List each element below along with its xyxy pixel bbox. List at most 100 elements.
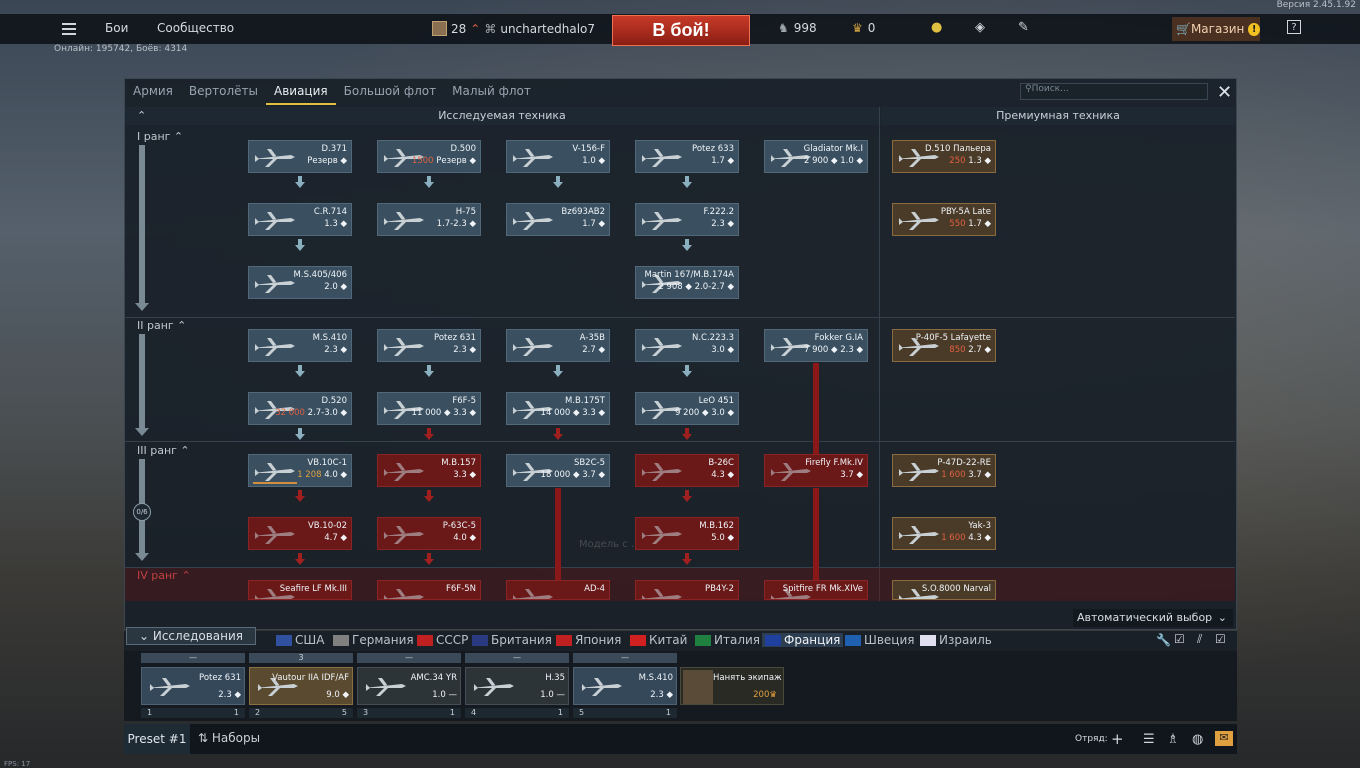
vehicle-card[interactable]: M.S.405/406 2.0 ◆ (248, 266, 352, 299)
crew-slot[interactable]: — Potez 631 2.3 ◆ 1 1 (141, 653, 245, 719)
research-tab[interactable]: ⌄ Исследования (126, 627, 256, 645)
silver-lions[interactable]: ♞ 998 (778, 21, 817, 35)
vehicle-card[interactable]: M.B.162 5.0 ◆ (635, 517, 739, 550)
nation-tab[interactable]: Италия (695, 633, 760, 647)
tab-helicopters[interactable]: Вертолёты (181, 79, 266, 105)
vehicle-card[interactable]: PB4Y-2 (635, 580, 739, 600)
vehicle-card[interactable]: AD-4 (506, 580, 610, 600)
community-menu[interactable]: Сообщество (157, 21, 234, 35)
shop-button[interactable]: 🛒 Магазин ! (1172, 17, 1260, 41)
rank-3-label[interactable]: III ранг ⌃ (137, 444, 190, 457)
nation-tab[interactable]: Япония (556, 633, 621, 647)
rank-1-label[interactable]: I ранг ⌃ (137, 130, 183, 143)
check-icon[interactable]: ☑ (1174, 632, 1185, 646)
vehicle-card[interactable]: Gladiator Mk.I 2 900 ◆ 1.0 ◆ (764, 140, 868, 173)
vehicle-card[interactable]: Spitfire FR Mk.XIVe (764, 580, 868, 600)
vehicle-card[interactable]: B-26C 4.3 ◆ (635, 454, 739, 487)
crew-slot[interactable]: 3 Vautour IIA IDF/AF 9.0 ◆ 2 5 (249, 653, 353, 719)
vehicle-card[interactable]: P-63C-5 4.0 ◆ (377, 517, 481, 550)
help-icon[interactable]: ? (1287, 20, 1301, 34)
vehicle-card[interactable]: D.500 1500 Резерв ◆ (377, 140, 481, 173)
vehicle-meta: 32 000 2.7-3.0 ◆ (275, 408, 347, 418)
plus-icon[interactable]: + (1111, 730, 1124, 748)
tab-coastal-fleet[interactable]: Малый флот (444, 79, 539, 105)
profile[interactable]: 28 ⌃ ⌘ unchartedhalo7 (432, 21, 595, 36)
tab-aviation[interactable]: Авиация (266, 79, 336, 105)
vehicle-card[interactable]: V-156-F 1.0 ◆ (506, 140, 610, 173)
slot-vehicle[interactable]: AMC.34 YR 1.0 — (357, 667, 461, 705)
vehicle-card[interactable]: N.C.223.3 3.0 ◆ (635, 329, 739, 362)
vehicle-card[interactable]: SB2C-5 18 000 ◆ 3.7 ◆ (506, 454, 610, 487)
to-battle-button[interactable]: В бой! (612, 15, 750, 46)
preset-button[interactable]: Preset #1 (124, 724, 190, 754)
rank-2-label[interactable]: II ранг ⌃ (137, 319, 186, 332)
battles-menu[interactable]: Бои (105, 21, 128, 35)
coupon-icon[interactable]: ✎ (1018, 20, 1029, 35)
slot-vehicle[interactable]: H.35 1.0 — (465, 667, 569, 705)
vehicle-card[interactable]: H-75 1.7-2.3 ◆ (377, 203, 481, 236)
vehicle-card[interactable]: D.520 32 000 2.7-3.0 ◆ (248, 392, 352, 425)
vehicle-card[interactable]: Yak-3 1 600 4.3 ◆ (892, 517, 996, 550)
mail-icon[interactable]: ✉ (1215, 731, 1233, 746)
crew-skill: 1 (665, 708, 671, 717)
list-icon[interactable]: ☰ (1143, 732, 1155, 747)
search-input[interactable]: ⚲Поиск... (1020, 83, 1208, 100)
vehicle-card[interactable]: Potez 631 2.3 ◆ (377, 329, 481, 362)
slot-vehicle[interactable]: Vautour IIA IDF/AF 9.0 ◆ (249, 667, 353, 705)
nation-tab[interactable]: Германия (333, 633, 414, 647)
nation-tab[interactable]: Китай (630, 633, 687, 647)
nation-tab[interactable]: Швеция (845, 633, 914, 647)
nation-tab[interactable]: СССР (417, 633, 468, 647)
wrench-icon[interactable]: 🔧 (1156, 633, 1171, 647)
vehicle-card[interactable]: P-40F-5 Lafayette 850 2.7 ◆ (892, 329, 996, 362)
vehicle-card[interactable]: A-35B 2.7 ◆ (506, 329, 610, 362)
vehicle-card[interactable]: P-47D-22-RE 1 600 3.7 ◆ (892, 454, 996, 487)
vehicle-card[interactable]: M.B.175T 14 000 ◆ 3.3 ◆ (506, 392, 610, 425)
slot-vehicle[interactable]: M.S.410 2.3 ◆ (573, 667, 677, 705)
vehicle-card[interactable]: M.B.157 3.3 ◆ (377, 454, 481, 487)
vehicle-card[interactable]: D.371 Резерв ◆ (248, 140, 352, 173)
vehicle-card[interactable]: F.222.2 2.3 ◆ (635, 203, 739, 236)
vehicle-card[interactable]: M.S.410 2.3 ◆ (248, 329, 352, 362)
slot-vehicle[interactable]: Potez 631 2.3 ◆ (141, 667, 245, 705)
nation-tab[interactable]: Израиль (920, 633, 992, 647)
lightbulb-icon[interactable]: ● (931, 20, 942, 35)
rank-4-label[interactable]: IV ранг ⌃ (137, 569, 191, 582)
nation-tab[interactable]: Франция (762, 633, 844, 647)
vehicle-card[interactable]: Martin 167/M.B.174A 2 908 ◆ 2.0-2.7 ◆ (635, 266, 739, 299)
vehicle-name: M.B.162 (699, 521, 734, 531)
vehicle-card[interactable]: Bz693AB2 1.7 ◆ (506, 203, 610, 236)
menu-icon[interactable] (62, 28, 76, 30)
vehicle-card[interactable]: F6F-5 11 000 ◆ 3.3 ◆ (377, 392, 481, 425)
hire-crew-slot[interactable]: Нанять экипаж 200♛ (680, 667, 784, 705)
crew-slot[interactable]: — H.35 1.0 —4 1 (465, 653, 569, 719)
vehicle-card[interactable]: F6F-5N (377, 580, 481, 600)
vehicle-card[interactable]: D.510 Пальера 250 1.3 ◆ (892, 140, 996, 173)
auto-select-dropdown[interactable]: Автоматический выбор ⌄ (1073, 609, 1233, 627)
vehicle-card[interactable]: VB.10C-1 1 208 4.0 ◆ (248, 454, 352, 487)
nation-tab[interactable]: Британия (472, 633, 552, 647)
vehicle-card[interactable]: Firefly F.Mk.IV 3.7 ◆ (764, 454, 868, 487)
vehicle-card[interactable]: LeO 451 9 200 ◆ 3.0 ◆ (635, 392, 739, 425)
wheel-icon[interactable]: ◈ (975, 20, 985, 35)
check-icon[interactable]: ☑ (1215, 632, 1226, 646)
tab-bluewater-fleet[interactable]: Большой флот (336, 79, 445, 105)
nation-tab[interactable]: США (276, 633, 324, 647)
vehicle-card[interactable]: Potez 633 1.7 ◆ (635, 140, 739, 173)
ammo-icon[interactable]: ⫽ (1197, 632, 1202, 647)
golden-eagles[interactable]: ♛ 0 (852, 21, 875, 35)
vehicle-card[interactable]: PBY-5A Late 550 1.7 ◆ (892, 203, 996, 236)
chat-icon[interactable]: ◍ (1192, 732, 1203, 747)
tab-army[interactable]: Армия (125, 79, 181, 105)
crew-slot[interactable]: — M.S.410 2.3 ◆ 5 1 (573, 653, 677, 719)
vehicle-card[interactable]: C.R.714 1.3 ◆ (248, 203, 352, 236)
close-icon[interactable]: ✕ (1217, 82, 1232, 103)
crew-slot[interactable]: — AMC.34 YR 1.0 —3 1 (357, 653, 461, 719)
vehicle-card[interactable]: VB.10-02 4.7 ◆ (248, 517, 352, 550)
vehicle-card[interactable]: S.O.8000 Narval (892, 580, 996, 600)
collapse-icon[interactable]: ⌃ (137, 107, 146, 125)
vehicle-card[interactable]: Fokker G.IA 7 900 ◆ 2.3 ◆ (764, 329, 868, 362)
vehicle-card[interactable]: Seafire LF Mk.III (248, 580, 352, 600)
contacts-icon[interactable]: ♗ (1167, 732, 1179, 747)
sets-button[interactable]: ⇅ Наборы (198, 731, 260, 745)
